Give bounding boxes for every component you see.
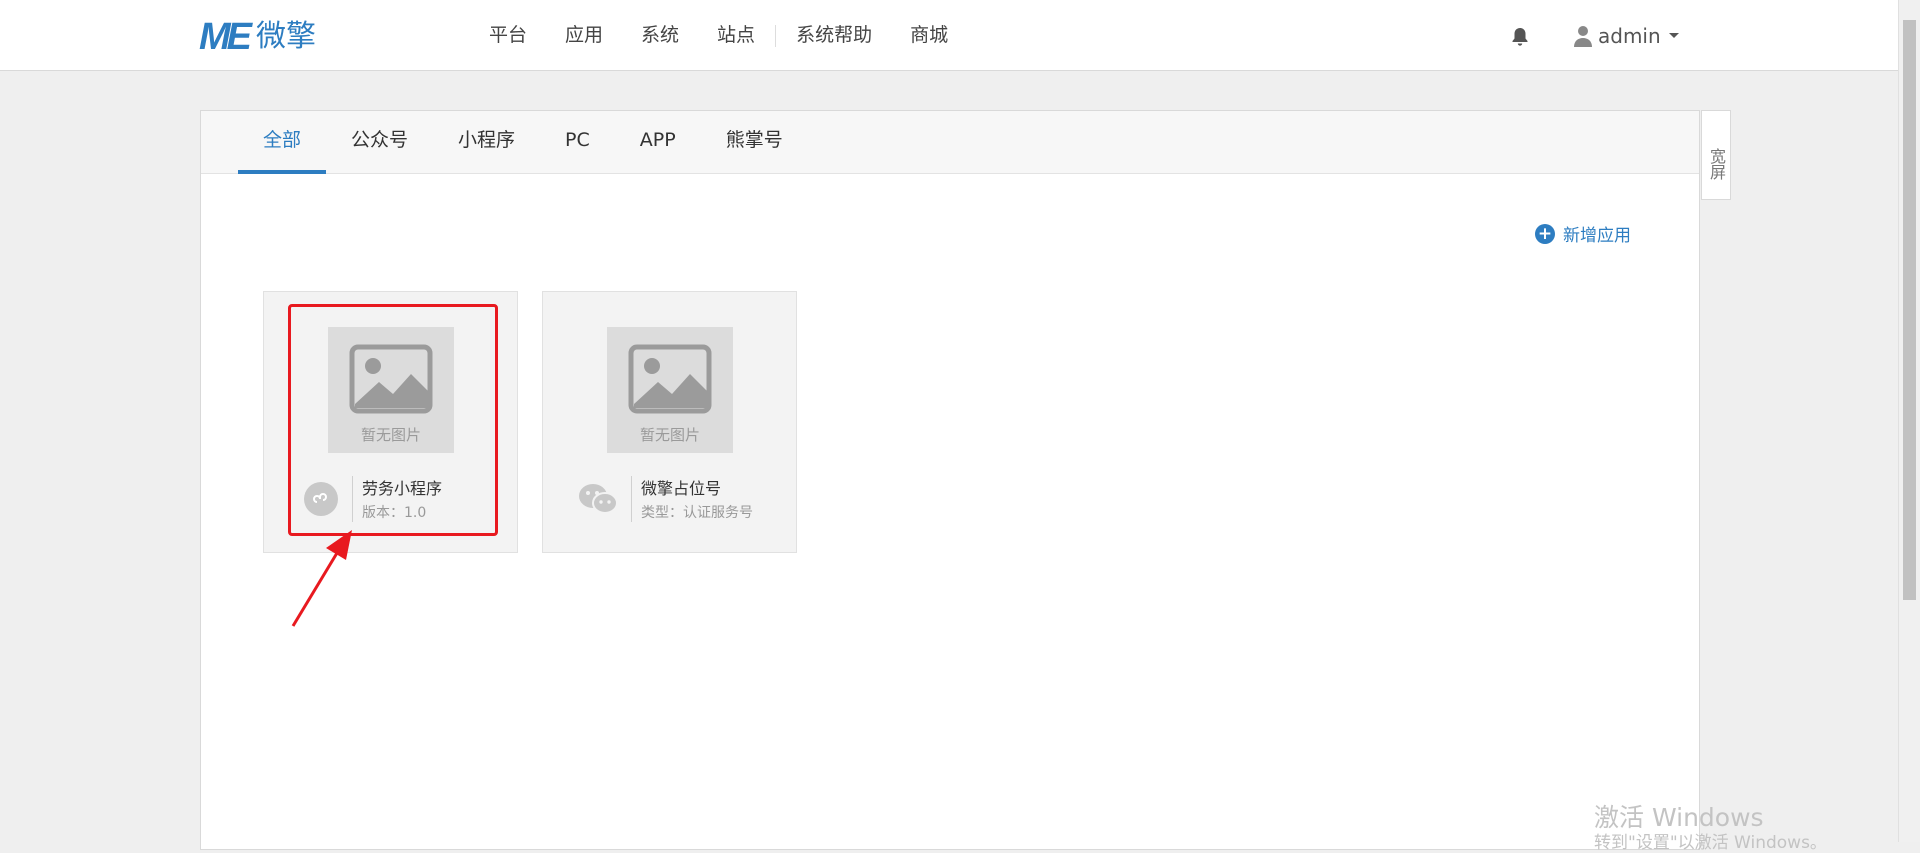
logo-mark: ME [199, 16, 252, 58]
chevron-down-icon [1668, 33, 1679, 38]
nav-item-apps[interactable]: 应用 [546, 0, 622, 71]
app-type-tabs: 全部 公众号 小程序 PC APP 熊掌号 [201, 111, 1699, 174]
add-app-label: 新增应用 [1563, 226, 1631, 246]
user-name: admin [1598, 23, 1661, 48]
nav-item-platform[interactable]: 平台 [470, 0, 546, 71]
image-placeholder-icon [628, 344, 712, 414]
page-scrollbar[interactable] [1898, 0, 1920, 842]
user-menu[interactable]: admin [1574, 0, 1679, 71]
nav-divider [775, 24, 777, 47]
add-app-button[interactable]: + 新增应用 [1535, 221, 1631, 246]
plus-circle-icon: + [1535, 223, 1555, 244]
card-divider [631, 476, 632, 522]
tab-official-account[interactable]: 公众号 [326, 111, 433, 174]
nav-item-sites[interactable]: 站点 [698, 0, 774, 71]
wechat-icon [579, 484, 618, 514]
tab-pc[interactable]: PC [540, 111, 615, 174]
tab-mini-program[interactable]: 小程序 [433, 111, 540, 174]
nav-item-store[interactable]: 商城 [891, 0, 967, 71]
brand-logo[interactable]: ME 微擎 [199, 18, 316, 56]
tab-all[interactable]: 全部 [238, 111, 327, 174]
app-card[interactable]: 暂无图片 微擎占位号 类型：认证服务号 [542, 291, 797, 553]
highlight-box [288, 304, 498, 536]
tab-xiongzhang[interactable]: 熊掌号 [701, 111, 808, 174]
nav-item-system[interactable]: 系统 [622, 0, 698, 71]
no-image-text: 暂无图片 [639, 426, 700, 444]
top-navbar: ME 微擎 平台 应用 系统 站点 系统帮助 商城 admin [0, 0, 1898, 71]
wide-screen-button[interactable]: 宽屏 [1701, 110, 1731, 200]
app-thumbnail: 暂无图片 [607, 327, 733, 453]
bell-icon[interactable] [1508, 25, 1532, 49]
scroll-thumb[interactable] [1903, 20, 1916, 600]
nav-item-help[interactable]: 系统帮助 [777, 0, 891, 71]
tab-app[interactable]: APP [615, 111, 701, 174]
windows-activation-subtitle: 转到"设置"以激活 Windows。 [1594, 833, 1827, 853]
logo-text: 微擎 [256, 19, 316, 54]
app-name: 微擎占位号 [641, 479, 722, 498]
arrow-annotation-icon [291, 530, 352, 627]
main-nav: 平台 应用 系统 站点 系统帮助 商城 [470, 0, 967, 71]
user-icon [1574, 25, 1592, 47]
app-meta: 类型：认证服务号 [641, 505, 753, 521]
